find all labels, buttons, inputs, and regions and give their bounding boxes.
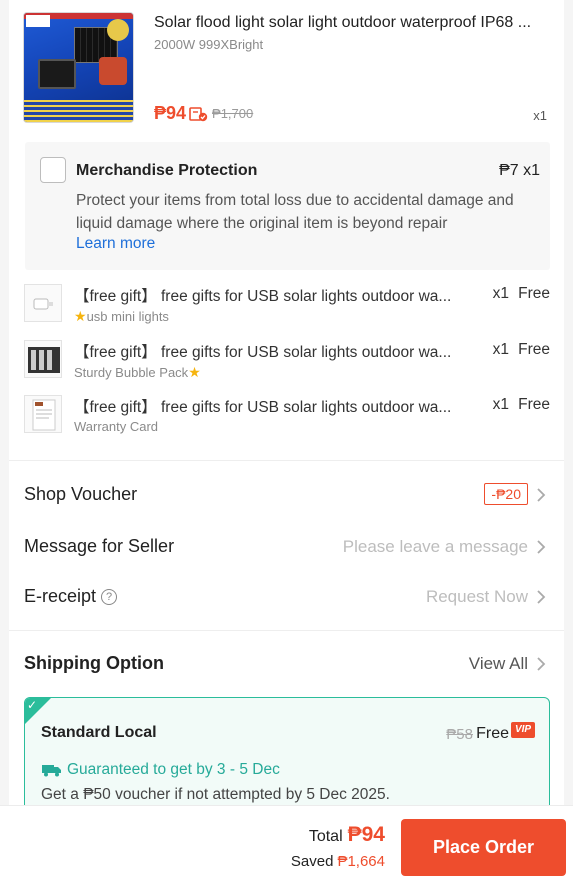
gift-price: Free (518, 396, 550, 413)
total-price: Total ₱94 (308, 823, 385, 846)
vip-badge: VIP (511, 722, 535, 738)
saved-amount: Saved ₱1,664 (290, 853, 385, 870)
shipping-fee: Free (476, 725, 509, 742)
image-footer-strip (24, 100, 133, 122)
voucher-note: Get a ₱50 voucher if not attempted by 5 … (41, 786, 390, 803)
message-seller-row[interactable]: Message for Seller Please leave a messag… (24, 533, 550, 563)
protection-title: Merchandise Protection (76, 162, 258, 179)
gift-subtitle: ★usb mini lights (74, 308, 169, 324)
product-price: ₱94 (154, 103, 187, 123)
message-seller-input[interactable]: Please leave a message (343, 537, 528, 557)
chevron-right-icon (537, 590, 546, 604)
shipping-option-label: Shipping Option (24, 653, 164, 673)
chevron-right-icon (537, 540, 546, 554)
view-all-link[interactable]: View All (469, 654, 528, 674)
gift-subtitle: Warranty Card (74, 419, 159, 434)
gift-thumbnail (24, 395, 62, 433)
divider (9, 630, 564, 631)
gift-price: Free (518, 285, 550, 302)
truck-icon (42, 765, 61, 777)
promo-badge-graphic (99, 57, 127, 85)
chevron-right-icon (537, 488, 546, 502)
flood-lamp-graphic (38, 59, 76, 89)
delivery-guarantee: Guaranteed to get by 3 - 5 Dec (41, 761, 280, 779)
checkout-bar: Total ₱94 Saved ₱1,664 Place Order (0, 805, 573, 877)
product-original-price: ₱1,700 (212, 106, 254, 121)
shipping-original-fee: ₱58 (446, 726, 473, 743)
gift-title: 【free gift】 free gifts for USB solar lig… (74, 344, 452, 361)
product-title[interactable]: Solar flood light solar light outdoor wa… (154, 14, 556, 32)
product-variant: 2000W 999XBright (154, 37, 264, 52)
chevron-right-icon (537, 657, 546, 671)
protection-checkbox[interactable] (40, 157, 66, 183)
protection-price: ₱7 x1 (499, 162, 540, 179)
voucher-badge: -₱20 (484, 483, 528, 505)
gift-qty: x1 (492, 396, 509, 413)
star-icon: ★ (188, 364, 201, 380)
ereceipt-label: E-receipt? (24, 586, 118, 607)
order-options-card: Shop Voucher -₱20 Message for Seller Ple… (9, 460, 564, 827)
shop-voucher-row[interactable]: Shop Voucher -₱20 (24, 481, 550, 511)
protection-description: Protect your items from total loss due t… (76, 192, 514, 232)
gift-thumbnail (24, 284, 62, 322)
gift-subtitle: Sturdy Bubble Pack★ (74, 364, 201, 380)
gift-item: 【free gift】 free gifts for USB solar lig… (24, 284, 554, 328)
check-icon: ✓ (27, 698, 38, 712)
learn-more-link[interactable]: Learn more (76, 235, 155, 253)
order-item-card: Solar flood light solar light outdoor wa… (9, 0, 564, 460)
message-seller-label: Message for Seller (24, 536, 175, 556)
ip68-badge (26, 15, 50, 27)
product-image[interactable] (23, 12, 134, 123)
gift-item: 【free gift】 free gifts for USB solar lig… (24, 340, 554, 384)
warranty-seal-graphic (107, 19, 129, 41)
help-icon[interactable]: ? (101, 589, 118, 605)
total-amount: ₱94 (347, 823, 385, 846)
gift-qty: x1 (492, 341, 509, 358)
merchandise-protection: Merchandise Protection ₱7 x1 Protect you… (25, 142, 550, 270)
price-tag-icon (189, 106, 209, 122)
shipping-option-row[interactable]: Shipping Option View All (24, 650, 550, 680)
request-now-link[interactable]: Request Now (426, 587, 528, 607)
shop-voucher-label: Shop Voucher (24, 484, 138, 504)
gift-price: Free (518, 341, 550, 358)
gift-item: 【free gift】 free gifts for USB solar lig… (24, 395, 554, 439)
gift-title: 【free gift】 free gifts for USB solar lig… (74, 399, 452, 416)
star-icon: ★ (74, 308, 87, 324)
place-order-button[interactable]: Place Order (401, 819, 566, 876)
gift-qty: x1 (492, 285, 509, 302)
gift-title: 【free gift】 free gifts for USB solar lig… (74, 288, 452, 305)
product-quantity: x1 (533, 108, 547, 123)
shipping-method-name: Standard Local (41, 724, 157, 741)
gift-thumbnail (24, 340, 62, 378)
product-price-group: ₱94 ₱1,700 (154, 103, 253, 124)
ereceipt-row[interactable]: E-receipt? Request Now (24, 583, 550, 613)
